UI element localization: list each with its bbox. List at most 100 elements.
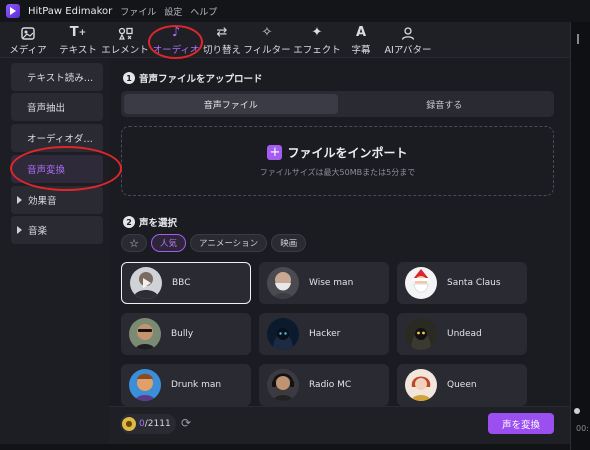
star-icon: ☆ bbox=[129, 236, 139, 250]
convert-voice-button[interactable]: 声を変換 bbox=[488, 413, 554, 434]
text-icon: T + bbox=[69, 25, 87, 40]
tool-audio[interactable]: ♪ オーディオ bbox=[150, 22, 202, 58]
upload-title: 音声ファイルをアップロード bbox=[139, 74, 263, 85]
sidebar-item-voice-changer[interactable]: 音声変換 bbox=[11, 155, 103, 183]
sidebar-item-label: テキスト読み… bbox=[27, 73, 94, 84]
sidebar-item-label: 効果音 bbox=[28, 196, 57, 207]
sidebar-item-music[interactable]: 音楽 bbox=[11, 216, 103, 244]
tool-text[interactable]: T + テキスト bbox=[56, 22, 100, 58]
menu-help[interactable]: ヘルプ bbox=[190, 5, 217, 18]
voice-avatar bbox=[130, 267, 162, 299]
coin-icon: ● bbox=[122, 417, 136, 431]
title-bar: HitPaw Edimakor ファイル 設定 ヘルプ bbox=[0, 0, 590, 22]
voice-card-radio-mc[interactable]: Radio MC bbox=[259, 364, 389, 406]
app-title: HitPaw Edimakor bbox=[28, 5, 113, 17]
tool-subtitle-label: 字幕 bbox=[351, 45, 371, 56]
menu-file[interactable]: ファイル bbox=[120, 5, 156, 18]
sidebar-item-sound-effects[interactable]: 効果音 bbox=[11, 186, 103, 214]
tool-effect[interactable]: ✦ エフェクト bbox=[292, 22, 342, 58]
upload-dropzone[interactable]: + ファイルをインポート ファイルサイズは最大50MBまたは5分まで bbox=[121, 126, 554, 196]
voice-avatar bbox=[405, 369, 437, 401]
voice-avatar bbox=[129, 318, 161, 350]
voice-avatar bbox=[405, 267, 437, 299]
tab-record[interactable]: 録音する bbox=[338, 94, 552, 114]
voice-name: Undead bbox=[447, 329, 482, 339]
voice-name: Bully bbox=[171, 329, 194, 339]
filter-popular[interactable]: 人気 bbox=[151, 234, 187, 252]
ai-avatar-icon bbox=[401, 25, 415, 41]
plus-icon: + bbox=[267, 145, 283, 160]
voice-name: Wise man bbox=[309, 278, 354, 288]
voice-card-wise-man[interactable]: Wise man bbox=[259, 262, 389, 304]
refresh-icon[interactable]: ⟳ bbox=[179, 416, 193, 430]
import-file-button[interactable]: + ファイルをインポート bbox=[267, 144, 408, 161]
effect-sparkle-icon: ✦ bbox=[311, 25, 323, 40]
voice-name: Radio MC bbox=[309, 380, 352, 390]
tool-transition-label: 切り替え bbox=[202, 45, 241, 56]
credit-text: 0/2111 bbox=[139, 419, 171, 429]
voice-title: 声を選択 bbox=[139, 218, 178, 229]
upload-section-title: 1 音声ファイルをアップロード bbox=[123, 71, 263, 85]
transition-icon: ⇄ bbox=[216, 25, 228, 40]
tab-audio-file[interactable]: 音声ファイル bbox=[124, 94, 338, 114]
favorites-star-button[interactable]: ☆ bbox=[121, 234, 147, 252]
upload-hint: ファイルサイズは最大50MBまたは5分まで bbox=[259, 168, 416, 177]
tool-filter-label: フィルター bbox=[243, 45, 291, 56]
expand-arrow-icon bbox=[17, 196, 22, 204]
tool-element[interactable]: エレメント bbox=[100, 22, 150, 58]
tool-media[interactable]: メディア bbox=[0, 22, 56, 58]
preview-panel-edge bbox=[570, 22, 590, 450]
voice-name: Drunk man bbox=[171, 380, 222, 390]
voice-card-drunk-man[interactable]: Drunk man bbox=[121, 364, 251, 406]
credits-total: /2111 bbox=[144, 419, 171, 429]
app-logo-icon bbox=[6, 4, 20, 18]
voice-avatar bbox=[405, 318, 437, 350]
voice-card-queen[interactable]: Queen bbox=[397, 364, 527, 406]
sidebar-item-audio-ducking[interactable]: オーディオダ… bbox=[11, 124, 103, 152]
tool-transition[interactable]: ⇄ 切り替え bbox=[202, 22, 242, 58]
panel-edge-marker bbox=[577, 34, 585, 44]
tool-text-label: テキスト bbox=[59, 45, 97, 56]
menu-settings[interactable]: 設定 bbox=[164, 5, 182, 18]
voice-card-santa-claus[interactable]: Santa Claus bbox=[397, 262, 527, 304]
voice-name: BBC bbox=[172, 278, 191, 288]
voice-avatar bbox=[267, 318, 299, 350]
voice-card-bbc[interactable]: BBC bbox=[121, 262, 251, 304]
tool-ai-avatar[interactable]: AIアバター bbox=[380, 22, 436, 58]
step-number: 2 bbox=[123, 216, 135, 228]
element-icon bbox=[118, 25, 133, 41]
horizontal-scrollbar[interactable] bbox=[0, 444, 570, 450]
import-label: ファイルをインポート bbox=[287, 146, 408, 160]
playhead-handle[interactable] bbox=[574, 408, 580, 414]
credit-counter: ● 0/2111 bbox=[120, 414, 176, 434]
subtitle-icon: A bbox=[355, 25, 367, 40]
filter-icon: ✧ bbox=[261, 25, 273, 40]
filter-movie[interactable]: 映画 bbox=[271, 234, 307, 252]
tool-filter[interactable]: ✧ フィルター bbox=[242, 22, 292, 58]
tool-effect-label: エフェクト bbox=[293, 45, 341, 56]
expand-arrow-icon bbox=[17, 226, 22, 234]
voice-card-bully[interactable]: Bully bbox=[121, 313, 251, 355]
sidebar-item-label: 音声抽出 bbox=[27, 103, 66, 114]
tool-subtitle[interactable]: A 字幕 bbox=[342, 22, 380, 58]
tool-media-label: メディア bbox=[9, 45, 47, 56]
tool-element-label: エレメント bbox=[101, 45, 149, 56]
voice-avatar bbox=[267, 267, 299, 299]
main-toolbar: メディア T + テキスト エレメント ♪ オーディオ ⇄ 切り替え ✧ フィルタ… bbox=[0, 22, 570, 58]
voice-avatar bbox=[267, 369, 299, 401]
step-number: 1 bbox=[123, 72, 135, 84]
sidebar-item-label: 音声変換 bbox=[27, 165, 66, 176]
voice-card-hacker[interactable]: Hacker bbox=[259, 313, 389, 355]
sidebar-item-tts[interactable]: テキスト読み… bbox=[11, 63, 103, 91]
tool-ai-avatar-label: AIアバター bbox=[384, 45, 432, 56]
filter-animation[interactable]: アニメーション bbox=[190, 234, 268, 252]
tool-audio-label: オーディオ bbox=[152, 45, 200, 56]
sidebar-item-label: 音楽 bbox=[28, 226, 48, 237]
voice-card-undead[interactable]: Undead bbox=[397, 313, 527, 355]
voice-filter-chips: ☆ 人気 アニメーション 映画 bbox=[121, 234, 310, 252]
scrollbar[interactable] bbox=[563, 60, 567, 400]
voice-section-title: 2 声を選択 bbox=[123, 215, 177, 229]
sidebar-item-audio-extract[interactable]: 音声抽出 bbox=[11, 93, 103, 121]
media-icon bbox=[21, 25, 35, 41]
voice-name: Queen bbox=[447, 380, 477, 390]
